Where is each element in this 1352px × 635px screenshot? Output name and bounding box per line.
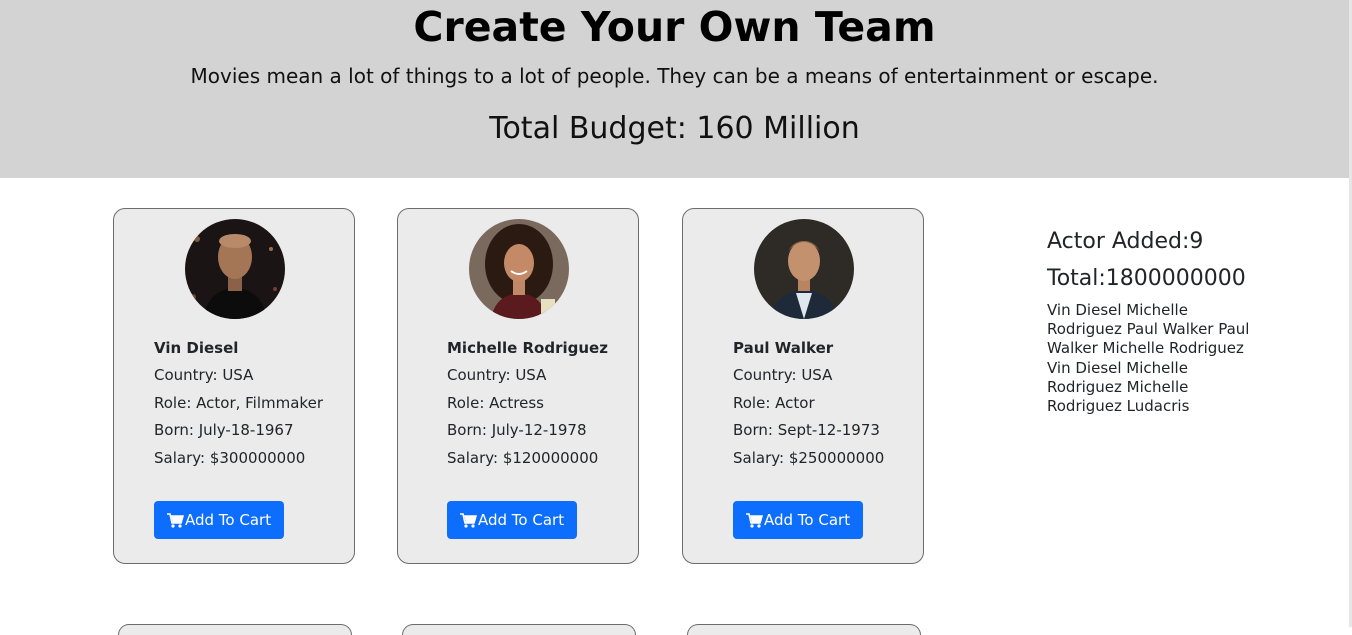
actor-role: Role: Actress [447,393,544,412]
cart-icon [746,512,763,528]
add-to-cart-label: Add To Cart [764,511,851,529]
add-to-cart-button[interactable]: Add To Cart [447,501,578,539]
actor-card-vin-diesel: Vin Diesel Country: USA Role: Actor, Fil… [113,208,355,564]
actor-country: Country: USA [447,366,547,385]
actors-added-count: Actor Added:9 [1047,229,1204,254]
actor-photo [469,219,569,319]
actor-country: Country: USA [733,366,833,385]
actor-name: Michelle Rodriguez [447,339,608,357]
actor-card-next-row [402,624,636,635]
actor-born: Born: Sept-12-1973 [733,421,880,440]
actor-born: Born: July-18-1967 [154,421,294,440]
total-budget: Total Budget: 160 Million [489,111,860,146]
page-subtitle: Movies mean a lot of things to a lot of … [190,64,1159,88]
actor-country: Country: USA [154,366,254,385]
cart-total: Total:1800000000 [1047,266,1246,291]
actor-born: Born: July-12-1978 [447,421,587,440]
actor-salary: Salary: $250000000 [733,448,885,467]
add-to-cart-button[interactable]: Add To Cart [154,501,285,539]
add-to-cart-label: Add To Cart [478,511,565,529]
cart-icon [460,512,477,528]
actor-role: Role: Actor [733,393,815,412]
cart-icon [167,512,184,528]
actor-name: Paul Walker [733,339,834,357]
actor-card-michelle-rodriguez: Michelle Rodriguez Country: USA Role: Ac… [397,208,639,564]
page-title: Create Your Own Team [413,3,936,51]
actor-card-next-row [687,624,921,635]
cart-summary: Actor Added:9 Total:1800000000 Vin Diese… [1047,226,1252,416]
actor-role: Role: Actor, Filmmaker [154,393,323,412]
actor-salary: Salary: $300000000 [154,448,306,467]
page-header: Create Your Own Team Movies mean a lot o… [0,0,1349,178]
actor-name: Vin Diesel [154,339,239,357]
actor-photo [185,219,285,319]
actor-card-paul-walker: Paul Walker Country: USA Role: Actor Bor… [682,208,924,564]
actor-photo [754,219,854,319]
selected-actors-list: Vin Diesel Michelle Rodriguez Paul Walke… [1047,301,1250,416]
add-to-cart-button[interactable]: Add To Cart [733,501,864,539]
actor-card-next-row [118,624,352,635]
add-to-cart-label: Add To Cart [185,511,272,529]
actor-salary: Salary: $120000000 [447,448,599,467]
